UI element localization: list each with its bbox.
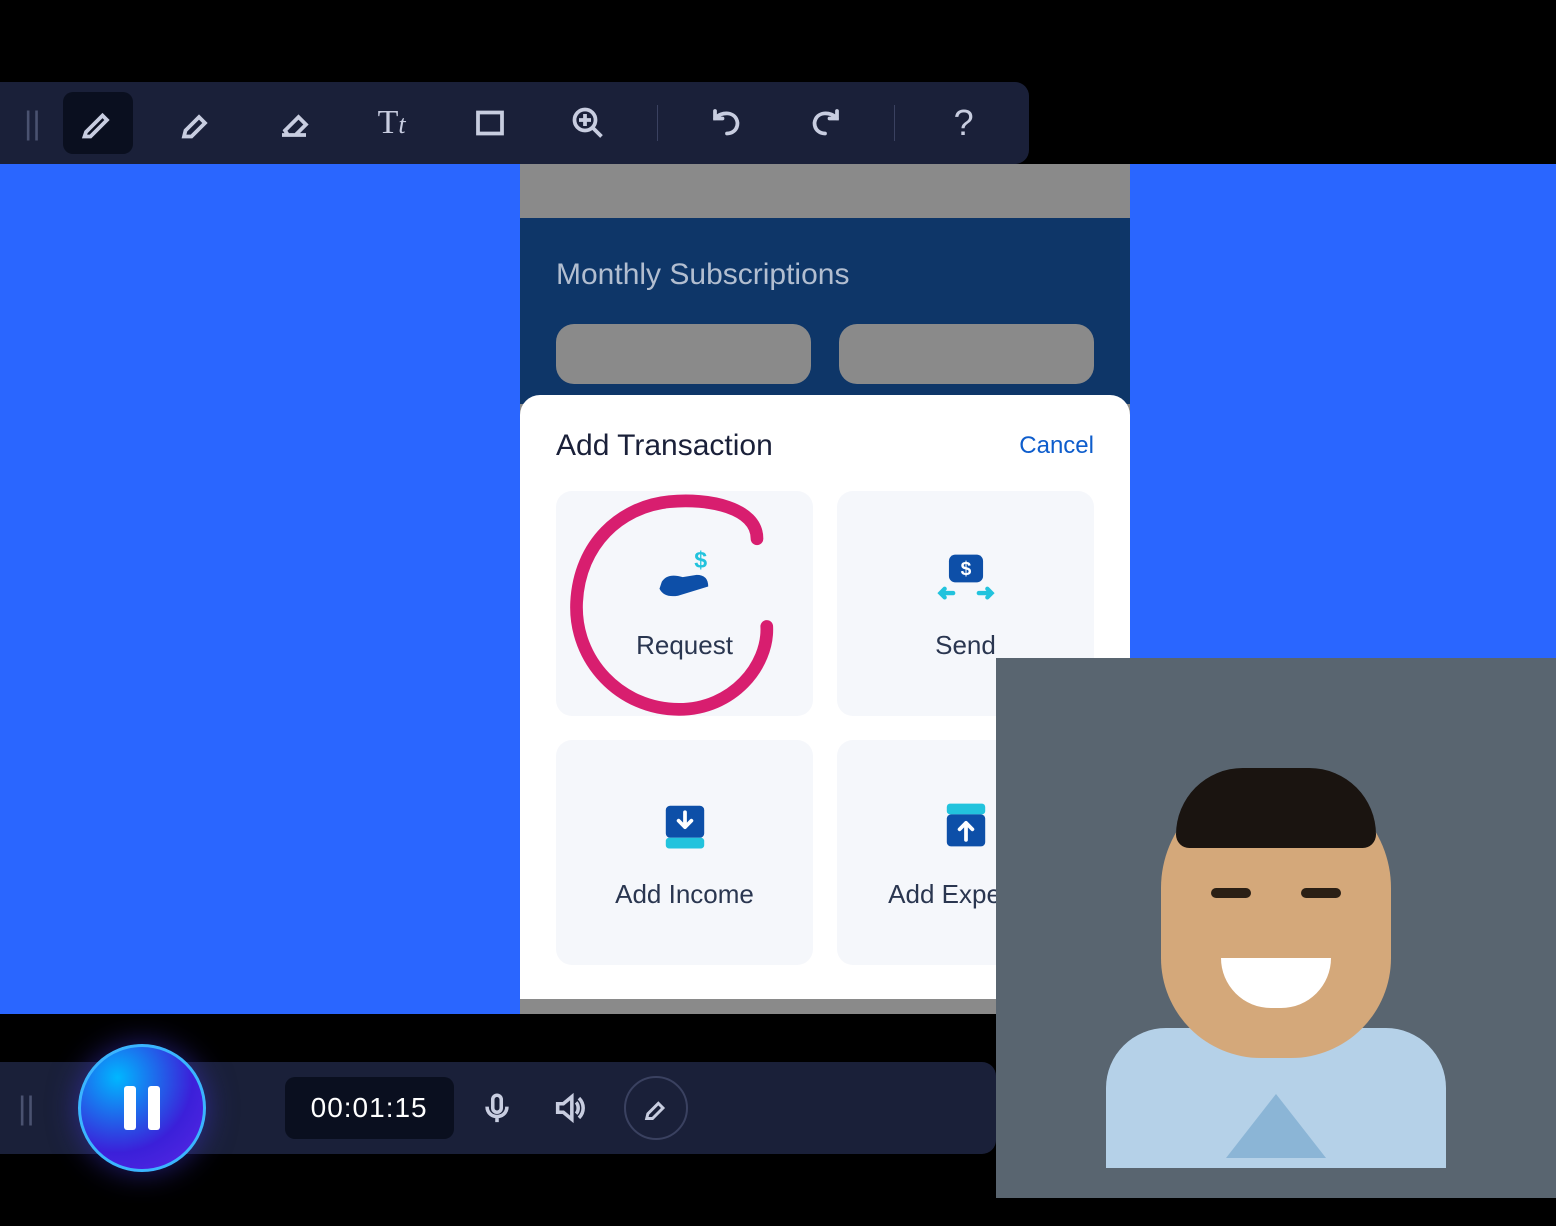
redo-icon <box>807 105 843 141</box>
zoom-tool-button[interactable] <box>553 92 623 154</box>
annotation-toolbar: || Tt ? <box>0 82 1029 164</box>
eraser-tool-button[interactable] <box>259 92 329 154</box>
pause-icon <box>124 1086 160 1130</box>
send-money-icon: $ <box>931 546 1001 606</box>
eraser-icon <box>276 105 312 141</box>
subscriptions-section: Monthly Subscriptions <box>520 218 1130 404</box>
pen-icon <box>642 1094 670 1122</box>
annotation-toggle-button[interactable] <box>624 1076 688 1140</box>
pen-icon <box>80 105 116 141</box>
modal-title: Add Transaction <box>556 429 773 463</box>
recording-timer: 00:01:15 <box>285 1077 454 1139</box>
section-title: Monthly Subscriptions <box>556 258 1094 292</box>
add-income-icon <box>650 795 720 855</box>
add-income-option[interactable]: Add Income <box>556 740 813 965</box>
rectangle-icon <box>472 105 508 141</box>
speaker-icon <box>552 1091 586 1125</box>
text-tool-button[interactable]: Tt <box>357 92 427 154</box>
option-label: Add Income <box>615 879 754 910</box>
pause-recording-button[interactable] <box>78 1044 206 1172</box>
toolbar-divider <box>657 105 658 141</box>
option-label: Request <box>636 630 733 661</box>
presenter-avatar <box>1126 748 1426 1108</box>
audio-button[interactable] <box>540 1079 598 1137</box>
text-icon: Tt <box>378 104 406 142</box>
add-expense-icon <box>931 795 1001 855</box>
zoom-in-icon <box>570 105 606 141</box>
request-option[interactable]: $ Request <box>556 491 813 716</box>
microphone-button[interactable] <box>468 1079 526 1137</box>
highlighter-icon <box>178 105 214 141</box>
request-money-icon: $ <box>650 546 720 606</box>
highlighter-tool-button[interactable] <box>161 92 231 154</box>
drag-handle-icon[interactable]: || <box>24 105 41 142</box>
subscription-card <box>556 324 811 384</box>
svg-text:$: $ <box>694 547 707 573</box>
redo-button[interactable] <box>790 92 860 154</box>
cancel-button[interactable]: Cancel <box>1019 432 1094 460</box>
help-icon: ? <box>954 102 974 144</box>
webcam-feed[interactable] <box>996 658 1556 1198</box>
help-button[interactable]: ? <box>929 92 999 154</box>
option-label: Send <box>935 630 996 661</box>
svg-text:$: $ <box>960 559 971 580</box>
undo-button[interactable] <box>692 92 762 154</box>
microphone-icon <box>480 1091 514 1125</box>
pen-tool-button[interactable] <box>63 92 133 154</box>
toolbar-divider <box>894 105 895 141</box>
undo-icon <box>709 105 745 141</box>
drag-handle-icon[interactable]: || <box>18 1090 35 1127</box>
rectangle-tool-button[interactable] <box>455 92 525 154</box>
subscription-card <box>839 324 1094 384</box>
